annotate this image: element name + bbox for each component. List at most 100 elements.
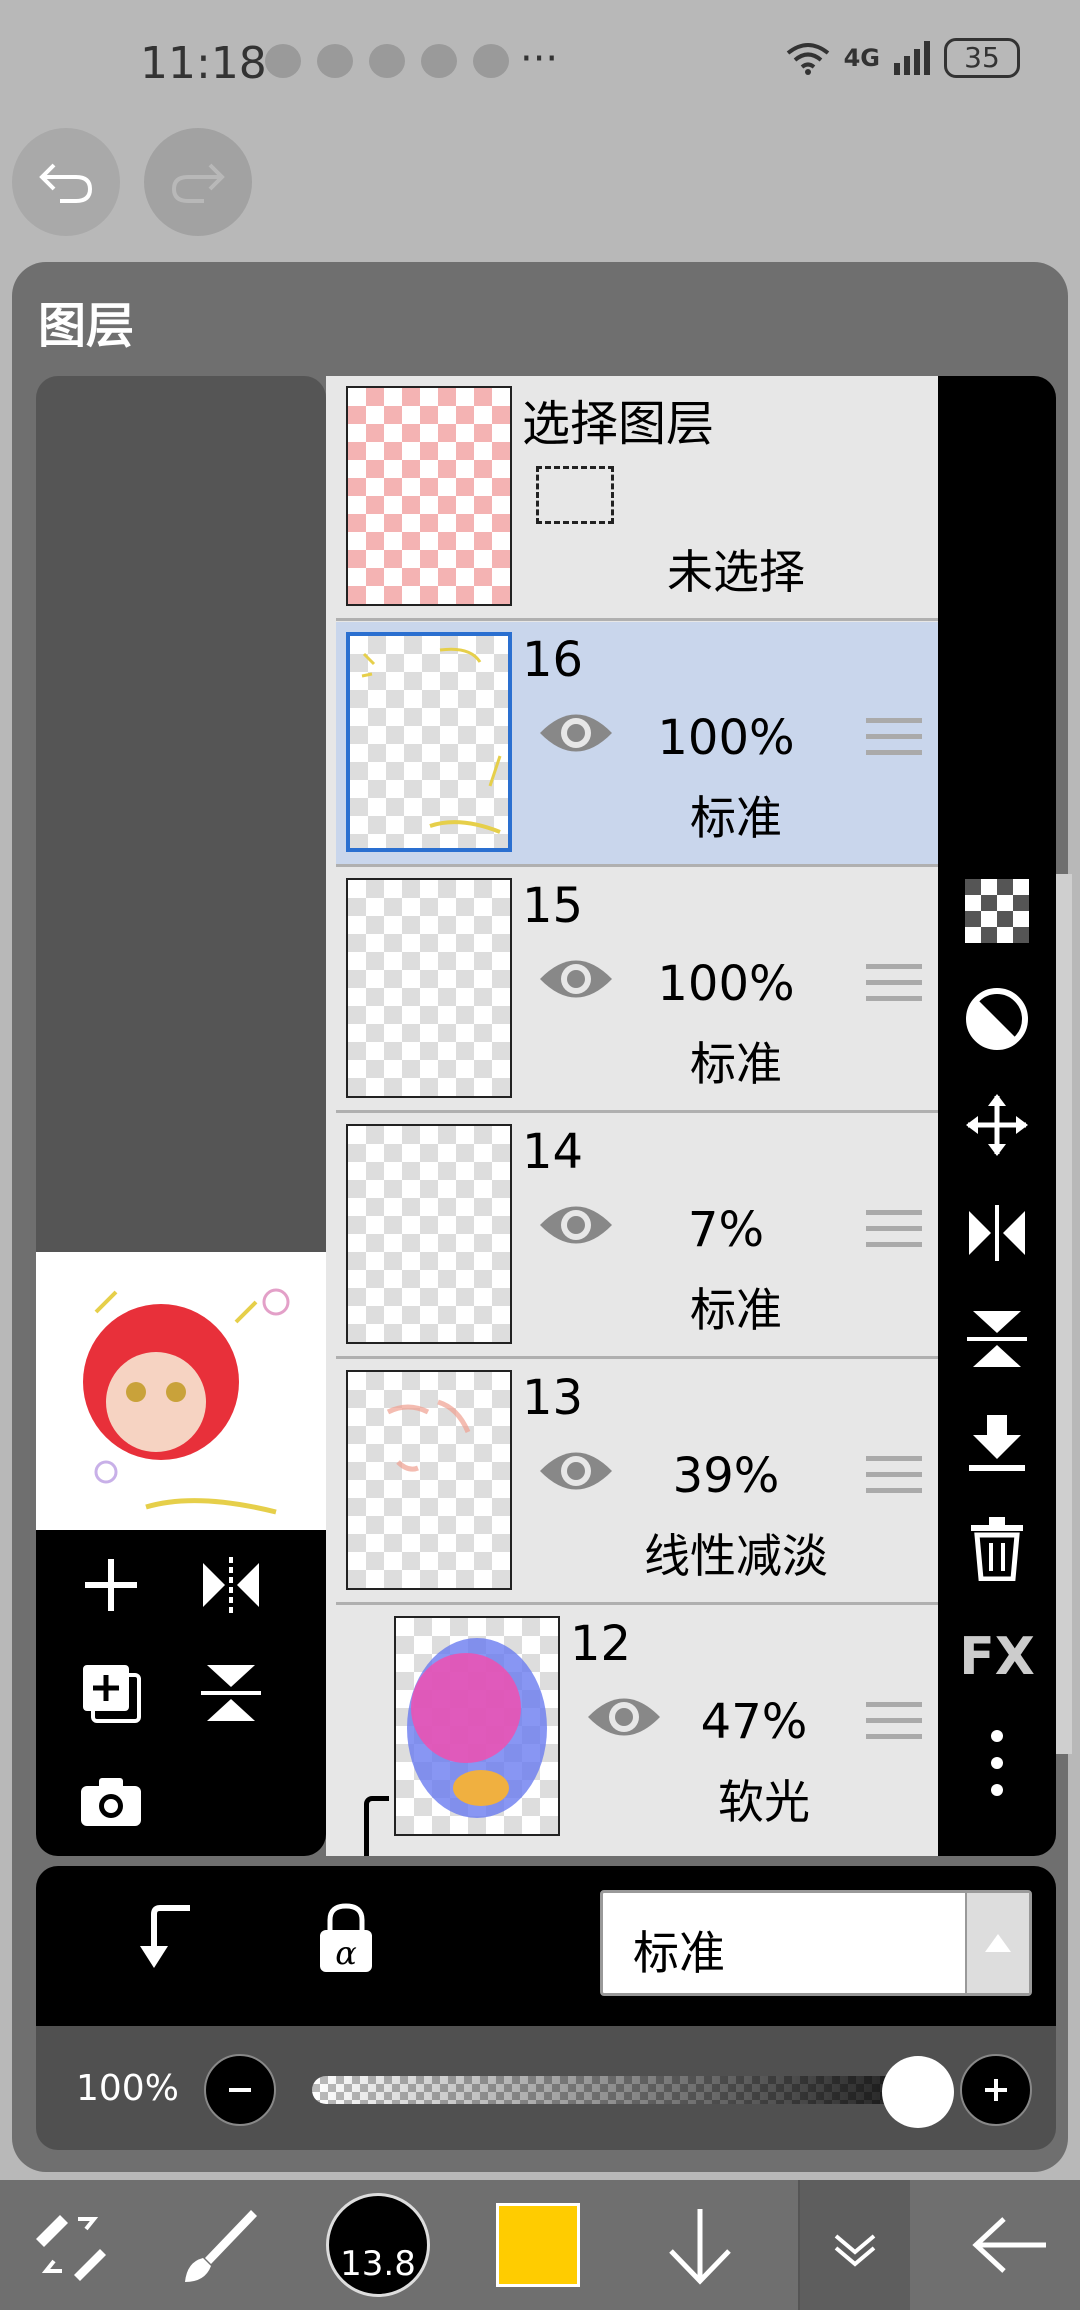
arrow-left-icon <box>972 2217 1046 2273</box>
eye-icon <box>540 1206 612 1244</box>
clipping-button[interactable] <box>136 1902 196 1976</box>
layer-row[interactable]: 13 39% 线性减淡 <box>336 1360 940 1605</box>
drag-handle-icon[interactable] <box>866 1456 922 1504</box>
flip-vertical-icon <box>201 1665 261 1721</box>
eye-icon <box>540 714 612 752</box>
alpha-lock-button[interactable]: α <box>316 1900 376 1978</box>
duplicate-layer-icon <box>83 1665 141 1723</box>
status-bar: 11:18 ··· 4G 35 <box>0 0 1080 120</box>
eye-icon <box>588 1698 660 1736</box>
opacity-slider[interactable] <box>312 2076 930 2104</box>
collapse-panel-button[interactable] <box>798 2180 910 2310</box>
layer-thumbnail <box>346 632 512 852</box>
blend-mode-select[interactable]: 标准 <box>600 1890 1032 1996</box>
contrast-button[interactable] <box>952 974 1042 1064</box>
wifi-icon <box>786 43 829 75</box>
redo-button[interactable] <box>144 128 252 236</box>
brush-size-button[interactable]: 13.8 <box>318 2180 438 2310</box>
battery-indicator: 35 <box>944 38 1020 78</box>
layer-row[interactable]: 15 100% 标准 <box>336 868 940 1113</box>
plus-icon <box>85 1559 137 1611</box>
visibility-toggle[interactable] <box>536 954 616 1008</box>
redo-icon <box>171 163 225 203</box>
layer-row[interactable]: 14 7% 标准 <box>336 1114 940 1359</box>
tool-switch-button[interactable] <box>20 2180 120 2310</box>
selection-layer-title: 选择图层 <box>522 396 715 452</box>
layer-blend-mode: 线性减淡 <box>644 1529 828 1583</box>
flip-horizontal-icon <box>203 1557 259 1613</box>
notification-icon <box>369 44 405 78</box>
visibility-toggle[interactable] <box>536 1446 616 1500</box>
canvas-thumbnail[interactable] <box>36 1252 326 1530</box>
transparency-button[interactable] <box>952 866 1042 956</box>
layer-thumbnail <box>346 1370 512 1590</box>
dropdown-arrow-icon <box>965 1893 1029 1993</box>
brush-tool-button[interactable] <box>170 2180 270 2310</box>
trash-icon <box>971 1517 1023 1581</box>
eye-icon <box>540 1452 612 1490</box>
drag-handle-icon[interactable] <box>866 1210 922 1258</box>
layer-panel: 图层 选择图层 未选择 16 100% 标准 15 100% 标准 14 7% … <box>12 262 1072 2172</box>
opacity-increase-button[interactable] <box>960 2054 1032 2126</box>
network-type: 4G <box>843 44 880 72</box>
panel-title: 图层 <box>38 298 135 354</box>
contrast-icon <box>966 988 1028 1050</box>
alpha-lock-icon: α <box>320 1903 372 1972</box>
duplicate-layer-button[interactable] <box>66 1648 156 1738</box>
chevron-double-down-icon <box>834 2234 876 2267</box>
color-picker-button[interactable] <box>488 2180 588 2310</box>
right-toolbar: FX <box>938 376 1056 1856</box>
status-right: 4G 35 <box>786 38 1020 78</box>
drag-handle-icon[interactable] <box>866 718 922 766</box>
layer-down-button[interactable] <box>650 2180 750 2310</box>
drag-handle-icon[interactable] <box>866 964 922 1012</box>
layer-number: 15 <box>522 878 584 934</box>
flip-horizontal-button[interactable] <box>186 1540 276 1630</box>
layer-opacity-bar: 100% <box>36 2026 1056 2150</box>
opacity-decrease-button[interactable] <box>204 2054 276 2126</box>
flip-vertical-button[interactable] <box>186 1648 276 1738</box>
signal-icon <box>894 41 930 75</box>
visibility-toggle[interactable] <box>536 1200 616 1254</box>
flip-horizontal-layer-button[interactable] <box>952 1188 1042 1278</box>
move-button[interactable] <box>952 1080 1042 1170</box>
flip-vertical-icon <box>967 1311 1027 1367</box>
back-button[interactable] <box>960 2180 1060 2310</box>
layer-number: 13 <box>522 1370 584 1426</box>
drag-handle-icon[interactable] <box>866 1702 922 1750</box>
undo-icon <box>39 163 93 203</box>
fx-button[interactable]: FX <box>952 1612 1042 1702</box>
camera-icon <box>81 1778 141 1826</box>
layer-opacity: 47% <box>700 1694 808 1750</box>
layer-actions <box>36 1530 326 1856</box>
selection-status: 未选择 <box>667 545 805 599</box>
undo-button[interactable] <box>12 128 120 236</box>
layer-opacity: 39% <box>672 1448 780 1504</box>
visibility-toggle[interactable] <box>584 1692 664 1746</box>
layer-number: 16 <box>522 632 584 688</box>
delete-layer-button[interactable] <box>952 1504 1042 1594</box>
layer-row[interactable]: 12 47% 软光 <box>336 1606 940 1856</box>
notification-icon <box>317 44 353 78</box>
flip-vertical-layer-button[interactable] <box>952 1294 1042 1384</box>
visibility-toggle[interactable] <box>536 708 616 762</box>
arrow-down-icon <box>669 2209 731 2285</box>
opacity-value: 100% <box>76 2068 179 2109</box>
checker-icon <box>965 879 1029 943</box>
flip-horizontal-icon <box>969 1205 1025 1261</box>
more-vertical-icon <box>991 1730 1003 1796</box>
layer-number: 14 <box>522 1124 584 1180</box>
tool-switch-icon <box>36 2215 106 2281</box>
add-layer-button[interactable] <box>66 1540 156 1630</box>
layer-list[interactable]: 选择图层 未选择 16 100% 标准 15 100% 标准 14 7% 标准 … <box>326 376 950 1856</box>
import-photo-button[interactable] <box>66 1756 156 1846</box>
selection-layer-row[interactable]: 选择图层 未选择 <box>336 376 940 621</box>
more-options-button[interactable] <box>952 1718 1042 1808</box>
status-more: ··· <box>520 36 559 82</box>
opacity-slider-knob[interactable] <box>882 2056 954 2128</box>
layer-thumbnail-art <box>361 647 502 834</box>
merge-down-button[interactable] <box>952 1398 1042 1488</box>
svg-text:α: α <box>335 1934 357 1972</box>
notification-icon <box>473 44 509 78</box>
layer-row[interactable]: 16 100% 标准 <box>336 622 940 867</box>
